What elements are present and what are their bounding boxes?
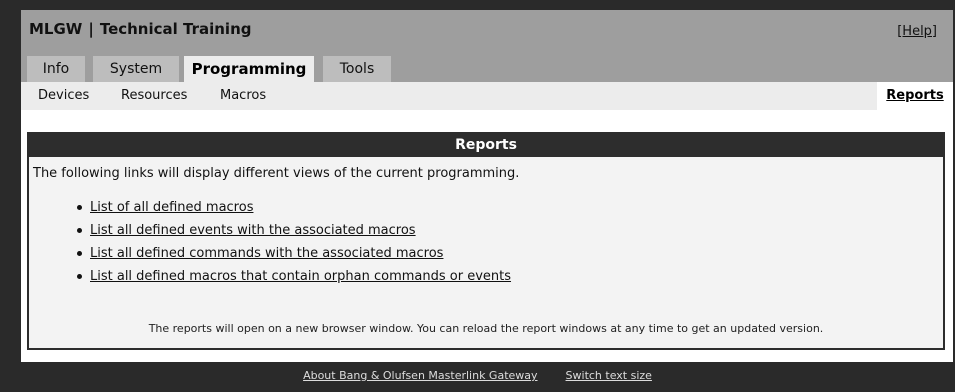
bullet-icon [77,205,82,210]
list-item: List all defined commands with the assoc… [75,242,511,265]
report-link-all-macros[interactable]: List of all defined macros [90,200,253,215]
bullet-icon [77,228,82,233]
subnav-resources[interactable]: Resources [121,82,187,110]
footer: About Bang & Olufsen Masterlink Gateway S… [0,362,955,392]
panel-note: The reports will open on a new browser w… [148,322,824,335]
list-item: List all defined events with the associa… [75,219,511,242]
tab-programming[interactable]: Programming [184,56,314,82]
subnav-macros[interactable]: Macros [220,82,266,110]
app-frame: MLGW | Technical Training [Help] Info Syst… [21,10,953,362]
sub-navigation: Devices Resources Macros Reports [21,82,953,110]
bullet-icon [77,274,82,279]
report-link-commands[interactable]: List all defined commands with the assoc… [90,246,443,261]
app-title: MLGW | Technical Training [29,20,252,38]
main-tabs: Info System Programming Tools [21,56,953,82]
panel-title: Reports [29,134,943,157]
report-link-list: List of all defined macros List all defi… [75,196,511,288]
bullet-icon [77,251,82,256]
app-name: MLGW [29,20,83,38]
tab-system[interactable]: System [93,56,179,82]
list-item: List of all defined macros [75,196,511,219]
subnav-reports[interactable]: Reports [877,82,953,110]
report-link-events[interactable]: List all defined events with the associa… [90,223,416,238]
reports-panel: Reports The following links will display… [27,132,945,350]
tab-info[interactable]: Info [27,56,85,82]
help-link[interactable]: [Help] [897,24,937,39]
about-link[interactable]: About Bang & Olufsen Masterlink Gateway [303,369,537,382]
switch-text-size-link[interactable]: Switch text size [566,369,652,382]
app-subtitle: Technical Training [99,20,252,38]
panel-intro: The following links will display differe… [33,166,520,181]
list-item: List all defined macros that contain orp… [75,265,511,288]
title-separator: | [88,20,94,38]
page: MLGW | Technical Training [Help] Info Syst… [0,0,955,392]
subnav-devices[interactable]: Devices [38,82,89,110]
tab-tools[interactable]: Tools [323,56,391,82]
header: MLGW | Technical Training [Help] Info Syst… [21,10,953,110]
report-link-orphans[interactable]: List all defined macros that contain orp… [90,269,511,284]
